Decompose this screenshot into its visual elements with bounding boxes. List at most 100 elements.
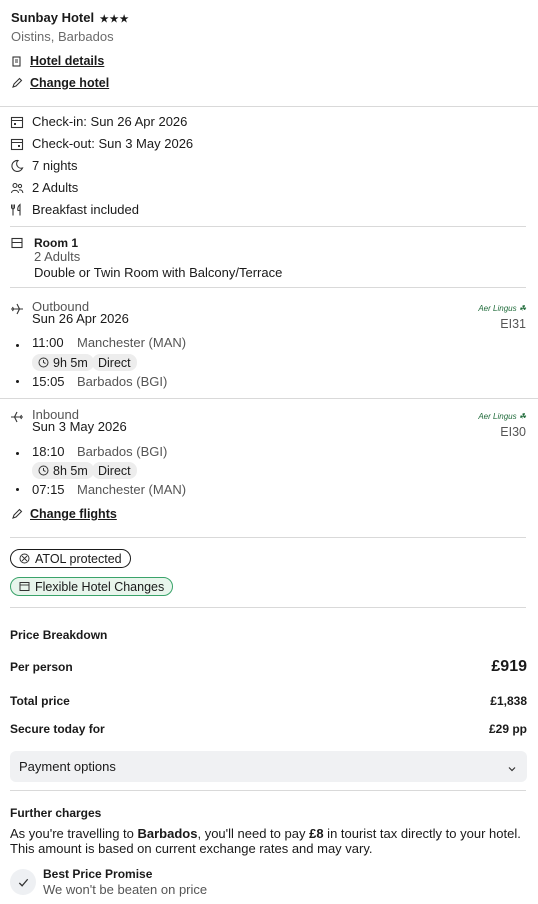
outbound-duration: 9h 5m: [32, 354, 94, 371]
shamrock-icon: ☘: [518, 412, 526, 421]
room-block: Room 1 2 Adults Double or Twin Room with…: [10, 236, 282, 281]
flexible-text: Flexible Hotel Changes: [35, 579, 165, 594]
inbound-airline-logo: Aer Lingus ☘: [478, 412, 526, 421]
checkout-text: Check-out: Sun 3 May 2026: [32, 136, 194, 151]
further-text-part: , you'll need to pay: [197, 826, 310, 841]
divider: [10, 226, 526, 227]
further-text: As you're travelling to Barbados, you'll…: [10, 826, 530, 856]
promise-title: Best Price Promise: [43, 867, 153, 881]
inbound-arrive-airport: Manchester (MAN): [77, 482, 187, 497]
divider: [10, 287, 526, 288]
room-type: Double or Twin Room with Balcony/Terrace: [34, 265, 283, 280]
outbound-depart-airport: Manchester (MAN): [77, 335, 187, 350]
inbound-duration: 8h 5m: [32, 462, 94, 479]
further-amount: £8: [309, 826, 324, 841]
board-row: Breakfast included: [10, 202, 139, 217]
further-text-part: As you're travelling to: [10, 826, 138, 841]
atol-text: ATOL protected: [35, 551, 122, 566]
atol-badge: ATOL protected: [10, 549, 131, 568]
hotel-location: Oistins, Barbados: [11, 29, 114, 44]
further-heading: Further charges: [10, 806, 102, 820]
board-text: Breakfast included: [32, 202, 139, 217]
inbound-date: Sun 3 May 2026: [32, 419, 127, 434]
further-note: This amount is based on current exchange…: [10, 841, 373, 856]
inbound-depart-airport: Barbados (BGI): [77, 444, 168, 459]
checkin-row: Check-in: Sun 26 Apr 2026: [10, 114, 187, 129]
duration-text: 8h 5m: [53, 463, 88, 478]
price-heading: Price Breakdown: [10, 628, 108, 642]
airline-name: Aer Lingus: [478, 304, 517, 313]
plane-inbound-icon: [10, 410, 24, 427]
airline-name: Aer Lingus: [478, 412, 517, 421]
pencil-icon: [10, 76, 24, 90]
timeline-dot: [16, 488, 19, 491]
timeline-dot: [16, 344, 19, 347]
nights-text: 7 nights: [32, 158, 78, 173]
shamrock-icon: ☘: [518, 304, 526, 313]
guests-row: 2 Adults: [10, 180, 78, 195]
outbound-arrive-airport: Barbados (BGI): [77, 374, 168, 389]
pencil-icon: [10, 507, 24, 521]
inbound-stops: Direct: [92, 462, 137, 479]
further-text-part: in tourist tax directly to your hotel.: [323, 826, 521, 841]
people-icon: [10, 181, 24, 195]
hotel-name-row: Sunbay Hotel ★★★: [11, 10, 130, 25]
outbound-stops: Direct: [92, 354, 137, 371]
atol-icon: [19, 553, 30, 564]
plane-outbound-icon: [10, 302, 24, 319]
hotel-name: Sunbay Hotel: [11, 10, 95, 25]
secure-label: Secure today for: [10, 722, 105, 736]
hotel-stars: ★★★: [99, 14, 130, 25]
outbound-flight-number: EI31: [500, 317, 526, 331]
per-person-value: £919: [491, 658, 527, 675]
calendar-icon: [10, 137, 24, 151]
total-price-label: Total price: [10, 694, 70, 708]
outbound-date: Sun 26 Apr 2026: [32, 311, 129, 326]
checkin-text: Check-in: Sun 26 Apr 2026: [32, 114, 188, 129]
per-person-row: Per person £919: [10, 658, 527, 676]
divider: [0, 106, 538, 107]
moon-icon: [10, 159, 24, 173]
flexible-badge: Flexible Hotel Changes: [10, 577, 174, 596]
divider: [10, 790, 526, 791]
change-hotel-link[interactable]: Change hotel: [10, 76, 109, 90]
room-title: Room 1: [34, 236, 79, 250]
hotel-details-link[interactable]: Hotel details: [10, 54, 104, 68]
change-flights-label[interactable]: Change flights: [30, 507, 117, 521]
clock-icon: [38, 357, 49, 368]
guests-text: 2 Adults: [32, 180, 79, 195]
calendar-icon: [10, 115, 24, 129]
hotel-details-label[interactable]: Hotel details: [30, 54, 104, 68]
outbound-airline-logo: Aer Lingus ☘: [478, 304, 526, 313]
further-destination: Barbados: [137, 826, 198, 841]
bed-icon: [10, 236, 24, 250]
secure-value: £29 pp: [488, 722, 527, 736]
outbound-arrive-time: 15:05: [32, 374, 65, 389]
nights-row: 7 nights: [10, 158, 78, 173]
promise-subtitle: We won't be beaten on price: [43, 882, 208, 897]
divider: [0, 398, 538, 399]
total-price-row: Total price £1,838: [10, 694, 527, 708]
divider: [10, 537, 526, 538]
timeline-dot: [16, 380, 19, 383]
duration-text: 9h 5m: [53, 355, 88, 370]
checkout-row: Check-out: Sun 3 May 2026: [10, 136, 193, 151]
calendar-icon: [19, 581, 30, 592]
room-guests: 2 Adults: [34, 249, 81, 264]
document-icon: [10, 54, 24, 68]
change-hotel-label[interactable]: Change hotel: [30, 76, 109, 90]
inbound-flight-number: EI30: [500, 425, 526, 439]
inbound-depart-time: 18:10: [32, 444, 65, 459]
chevron-down-icon: [507, 762, 517, 772]
total-price-value: £1,838: [490, 694, 527, 708]
payment-options-label: Payment options: [19, 759, 116, 774]
cutlery-icon: [10, 202, 24, 217]
per-person-label: Per person: [10, 660, 73, 674]
outbound-depart-time: 11:00: [32, 335, 64, 350]
payment-options-dropdown[interactable]: Payment options: [10, 751, 527, 782]
timeline-dot: [16, 452, 19, 455]
inbound-arrive-time: 07:15: [32, 482, 65, 497]
divider: [10, 607, 526, 608]
clock-icon: [38, 465, 49, 476]
change-flights-link[interactable]: Change flights: [10, 507, 117, 521]
